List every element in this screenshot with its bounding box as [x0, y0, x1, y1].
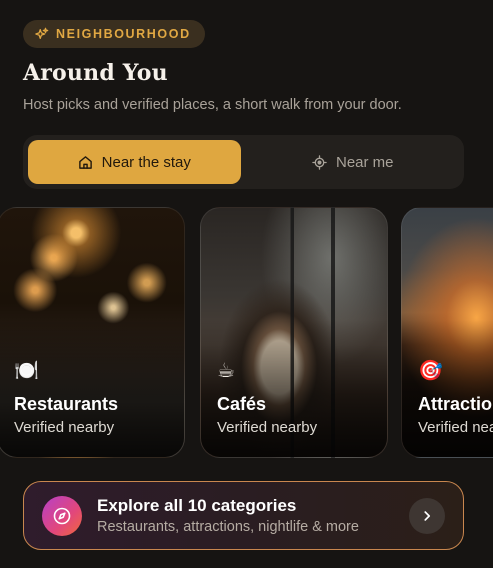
- page-title: Around You: [23, 60, 168, 86]
- category-card-attractions[interactable]: 🎯 Attractions Verified nearby: [401, 207, 493, 458]
- coffee-cup-icon: ☕: [217, 360, 235, 382]
- chevron-right-icon[interactable]: [409, 497, 445, 534]
- toggle-label: Near the stay: [101, 153, 191, 171]
- badge-label: NEIGHBOURHOOD: [56, 27, 191, 41]
- category-card-cafes[interactable]: ☕ Cafés Verified nearby: [200, 207, 388, 458]
- category-card-restaurants[interactable]: 🍽️ Restaurants Verified nearby: [0, 207, 185, 458]
- toggle-near-the-stay[interactable]: Near the stay: [28, 140, 241, 184]
- category-subtitle: Verified nearby: [418, 419, 493, 436]
- location-toggle: Near the stay Near me: [23, 135, 464, 189]
- sparkles-icon: [35, 27, 49, 41]
- explore-subtitle: Restaurants, attractions, nightlife & mo…: [97, 519, 359, 535]
- toggle-near-me[interactable]: Near me: [247, 140, 460, 184]
- around-you-screen: NEIGHBOURHOOD Around You Host picks and …: [0, 0, 493, 568]
- explore-title: Explore all 10 categories: [97, 496, 297, 515]
- page-subtitle: Host picks and verified places, a short …: [23, 97, 402, 113]
- category-name: Attractions: [418, 394, 493, 414]
- explore-text: Explore all 10 categories Restaurants, a…: [97, 496, 409, 535]
- explore-categories-button[interactable]: Explore all 10 categories Restaurants, a…: [23, 481, 464, 550]
- category-name: Restaurants: [14, 394, 119, 414]
- category-subtitle: Verified nearby: [217, 419, 318, 436]
- target-icon: 🎯: [418, 360, 443, 382]
- fork-knife-plate-icon: 🍽️: [14, 360, 39, 382]
- locate-icon: [312, 154, 327, 170]
- category-name: Cafés: [217, 394, 267, 414]
- category-subtitle: Verified nearby: [14, 419, 115, 436]
- section-badge: NEIGHBOURHOOD: [23, 20, 205, 48]
- compass-icon: [42, 495, 82, 536]
- home-icon: [78, 155, 93, 170]
- toggle-label: Near me: [335, 153, 394, 171]
